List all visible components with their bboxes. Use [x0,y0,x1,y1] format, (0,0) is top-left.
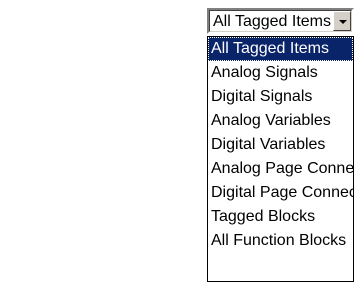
list-item-digital-page-connectors[interactable]: Digital Page Connectors [208,181,353,205]
combobox-frame: All Tagged Items [209,10,352,32]
list-item-tagged-blocks[interactable]: Tagged Blocks [208,205,353,229]
dropdown-button[interactable] [333,11,351,31]
dropdown-list[interactable]: All Tagged Items Analog Signals Digital … [207,36,354,282]
top-strip [0,0,357,8]
tag-filter-combobox[interactable]: All Tagged Items [207,8,354,34]
list-item-analog-page-connectors[interactable]: Analog Page Connectors [208,157,353,181]
list-item-all-function-blocks[interactable]: All Function Blocks [208,229,353,253]
list-item-digital-variables[interactable]: Digital Variables [208,133,353,157]
combobox-selected-value[interactable]: All Tagged Items [213,13,331,31]
list-item-analog-signals[interactable]: Analog Signals [208,61,353,85]
list-item-all-tagged-items[interactable]: All Tagged Items [208,37,353,61]
chevron-down-icon [339,20,347,24]
list-item-analog-variables[interactable]: Analog Variables [208,109,353,133]
list-item-digital-signals[interactable]: Digital Signals [208,85,353,109]
